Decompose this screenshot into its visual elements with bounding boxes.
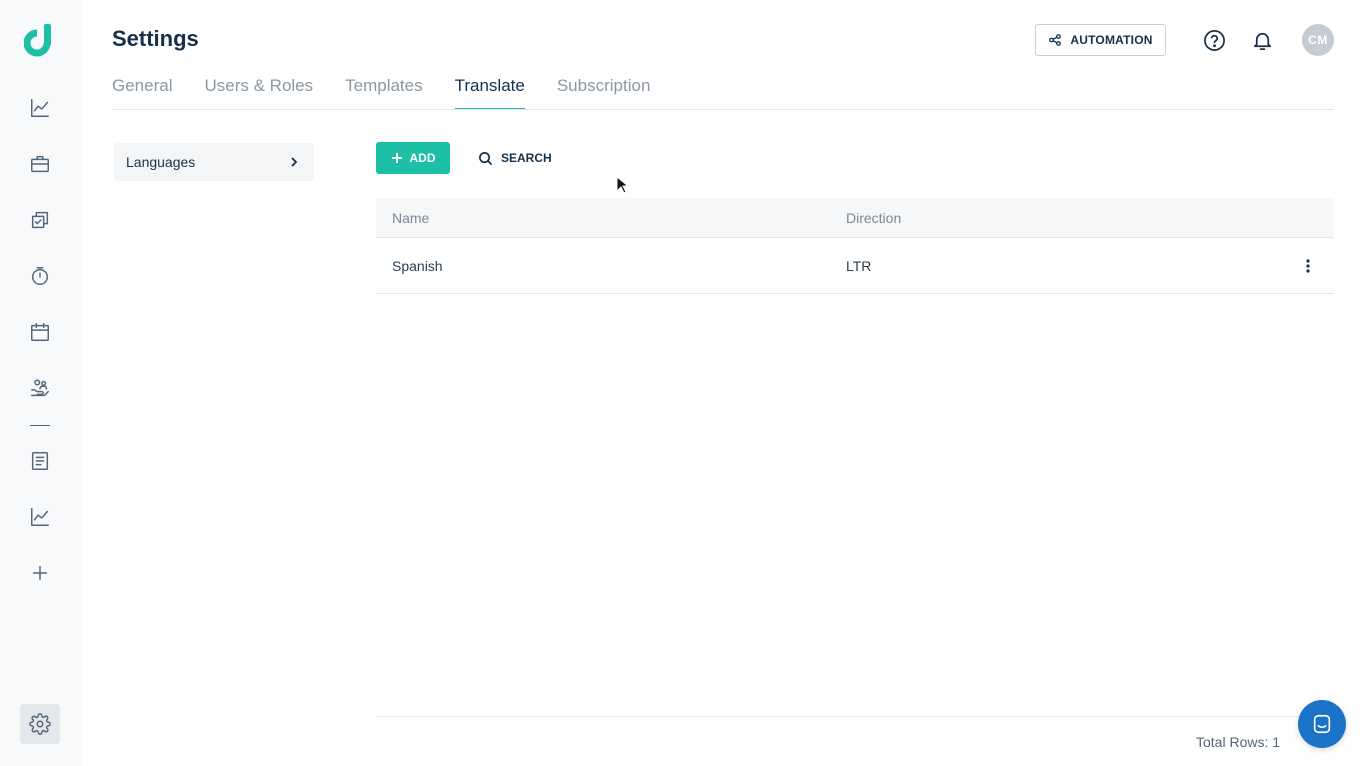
column-header-name[interactable]: Name: [376, 210, 830, 226]
clients-icon[interactable]: [26, 374, 54, 402]
tab-translate[interactable]: Translate: [454, 74, 525, 110]
search-icon: [479, 151, 493, 165]
mouse-cursor-icon: [616, 176, 628, 194]
reports-chart-icon[interactable]: [26, 503, 54, 531]
add-icon[interactable]: [26, 559, 54, 587]
avatar[interactable]: CM: [1302, 24, 1334, 56]
cell-direction: LTR: [846, 257, 872, 274]
row-menu-icon[interactable]: [1300, 256, 1316, 276]
add-label: ADD: [409, 151, 436, 165]
table-footer-divider: [376, 716, 1334, 717]
notification-bell-icon[interactable]: [1250, 28, 1274, 52]
automation-button[interactable]: AUTOMATION: [1035, 24, 1166, 56]
tabs-divider: [112, 109, 1334, 110]
column-header-direction[interactable]: Direction: [830, 210, 1270, 226]
timer-icon[interactable]: [26, 262, 54, 290]
dashboard-chart-icon[interactable]: [26, 94, 54, 122]
automation-label: AUTOMATION: [1070, 33, 1153, 47]
cell-name: Spanish: [392, 257, 443, 274]
search-button[interactable]: SEARCH: [472, 142, 558, 174]
subnav-item-label: Languages: [126, 154, 196, 170]
app-root: Settings AUTOMATION CM General Users & R…: [0, 0, 1366, 766]
subnav-item-languages[interactable]: Languages: [114, 143, 314, 181]
chevron-right-icon: [291, 157, 298, 167]
languages-table: Name Direction Spanish LTR: [376, 198, 1334, 294]
total-rows: Total Rows: 1: [1196, 734, 1281, 750]
sidebar: [0, 0, 81, 766]
tasks-checklist-icon[interactable]: [26, 206, 54, 234]
briefcase-icon[interactable]: [26, 150, 54, 178]
logo-icon[interactable]: [24, 24, 56, 58]
cell-actions: [1270, 256, 1334, 276]
calendar-icon[interactable]: [26, 318, 54, 346]
share-nodes-icon: [1049, 34, 1062, 46]
tab-subscription[interactable]: Subscription: [557, 74, 651, 110]
settings-gear-icon[interactable]: [20, 704, 60, 744]
tab-users-roles[interactable]: Users & Roles: [204, 74, 313, 110]
tab-templates[interactable]: Templates: [345, 74, 422, 110]
document-icon[interactable]: [26, 447, 54, 475]
settings-tabs: General Users & Roles Templates Translat…: [112, 74, 650, 110]
page-title: Settings: [112, 26, 199, 51]
search-label: SEARCH: [501, 151, 552, 165]
sidebar-divider: [30, 425, 50, 426]
tab-general[interactable]: General: [112, 74, 172, 110]
plus-icon: [391, 153, 402, 163]
add-button[interactable]: ADD: [376, 142, 450, 174]
chat-support-icon[interactable]: [1298, 700, 1346, 748]
help-icon[interactable]: [1202, 28, 1226, 52]
table-row[interactable]: Spanish LTR: [376, 238, 1334, 294]
table-header: Name Direction: [376, 198, 1334, 238]
